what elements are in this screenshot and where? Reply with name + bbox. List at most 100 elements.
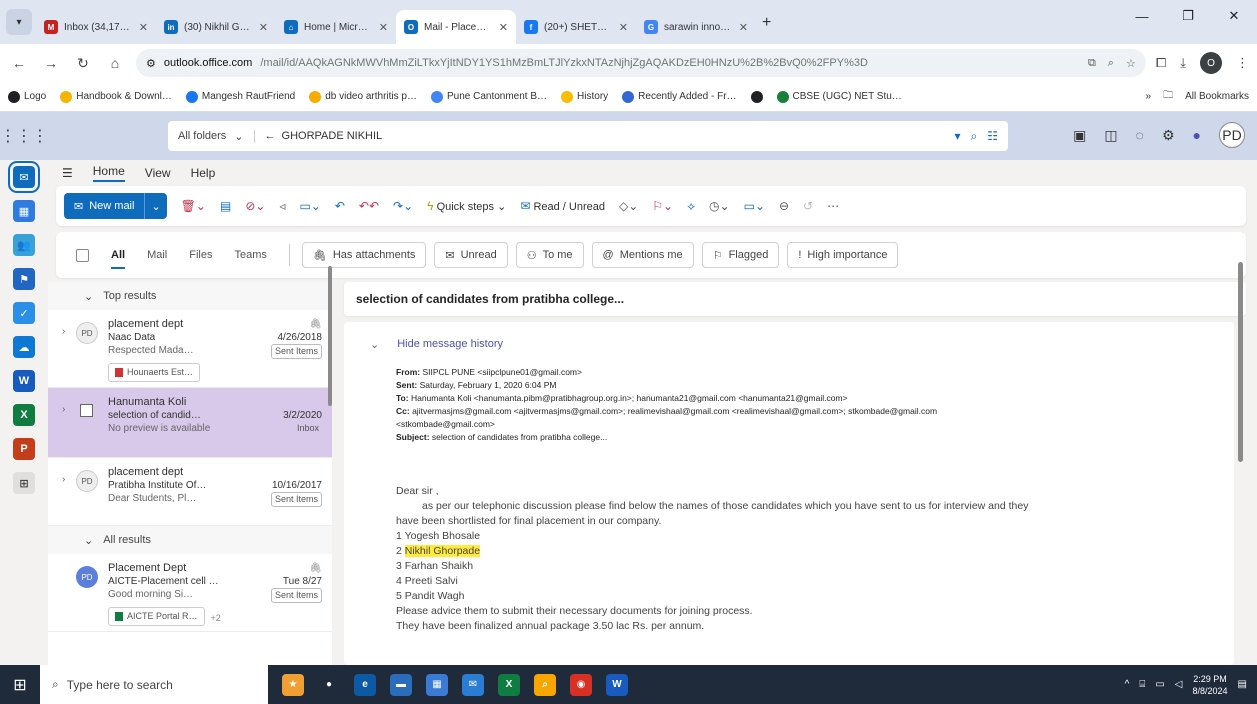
bookmark-item[interactable]: Handbook & Downl…: [60, 90, 172, 103]
install-app-icon[interactable]: ⧉: [1088, 57, 1096, 70]
bookmark-item[interactable]: Recently Added - Fr…: [622, 90, 737, 103]
section-all-results[interactable]: ⌄ All results: [48, 526, 332, 554]
delete-icon[interactable]: 🗑⌄: [181, 199, 206, 213]
archive-icon[interactable]: ▤: [220, 199, 231, 213]
sweep-icon[interactable]: ◃: [279, 199, 285, 213]
list-item[interactable]: › PD placement dept Pratibha Institute O…: [48, 458, 332, 526]
chip-has-attachments[interactable]: 🖇 Has attachments: [301, 242, 427, 268]
snooze-icon[interactable]: ◷⌄: [709, 199, 730, 213]
profile-avatar[interactable]: O: [1200, 52, 1222, 74]
new-mail-dropdown-icon[interactable]: ⌄: [145, 200, 166, 213]
list-item[interactable]: PD 🖇 Placement Dept AICTE-Placement cell…: [48, 554, 332, 632]
categorize-icon[interactable]: ◇⌄: [619, 199, 638, 213]
browser-tab[interactable]: O Mail - Placement D… ✕: [396, 10, 516, 44]
tab-home[interactable]: Home: [92, 164, 125, 182]
back-icon[interactable]: ←: [8, 55, 30, 71]
chip-unread[interactable]: ✉ Unread: [434, 242, 508, 268]
bookmark-item[interactable]: History: [561, 90, 608, 103]
new-tab-icon[interactable]: +: [762, 14, 771, 32]
chevron-right-icon[interactable]: ›: [62, 326, 65, 337]
calendar-app-icon[interactable]: ▦: [13, 200, 35, 222]
chip-mentions-me[interactable]: @ Mentions me: [591, 242, 694, 268]
list-scrollbar[interactable]: [328, 266, 332, 406]
copilot-icon[interactable]: ●: [1193, 127, 1201, 143]
close-tab-icon[interactable]: ✕: [379, 21, 388, 34]
quick-steps-button[interactable]: ϟ Quick steps ⌄: [427, 199, 506, 213]
back-arrow-icon[interactable]: ←: [265, 130, 276, 142]
settings-gear-icon[interactable]: ⚙: [1162, 127, 1175, 144]
forward-mail-icon[interactable]: ↷⌄: [393, 199, 413, 213]
close-tab-icon[interactable]: ✕: [499, 21, 508, 34]
bookmark-item[interactable]: Pune Cantonment B…: [430, 90, 547, 103]
app-launcher-icon[interactable]: ⋮⋮⋮: [0, 126, 48, 146]
select-all-checkbox[interactable]: [76, 248, 89, 262]
home-icon[interactable]: ⌂: [104, 55, 126, 71]
browser-tab[interactable]: in (30) Nikhil Ghorpad… ✕: [156, 10, 276, 44]
bookmark-item[interactable]: db video arthritis p…: [309, 90, 417, 103]
chevron-right-icon[interactable]: ›: [62, 474, 65, 485]
reload-icon[interactable]: ↻: [72, 55, 94, 72]
bookmark-item[interactable]: Logo: [8, 90, 46, 103]
chip-high-importance[interactable]: ! High importance: [787, 242, 899, 268]
mail-taskbar-icon[interactable]: ✉: [462, 673, 484, 696]
reply-icon[interactable]: ↶: [335, 199, 345, 213]
undo-icon[interactable]: ↺: [803, 199, 813, 213]
search-options-chevron-icon[interactable]: ▾: [954, 129, 960, 144]
download-icon[interactable]: ⤓: [1180, 55, 1186, 71]
mail-app-icon[interactable]: ✉: [8, 161, 40, 193]
close-tab-icon[interactable]: ✕: [619, 21, 628, 34]
search-filter-icon[interactable]: ☷: [987, 129, 998, 144]
all-bookmarks-folder-icon[interactable]: 🗀: [1163, 88, 1173, 105]
clock[interactable]: 2:29 PM 8/8/2024: [1193, 673, 1228, 697]
reply-all-icon[interactable]: ↶↶: [359, 199, 379, 213]
move-to-icon[interactable]: ▭⌄: [299, 199, 320, 213]
battery-icon[interactable]: ▭: [1155, 679, 1164, 690]
close-tab-icon[interactable]: ✕: [139, 21, 148, 34]
chip-flagged[interactable]: ⚐ Flagged: [701, 242, 780, 268]
groups-app-icon[interactable]: ⚑: [13, 268, 35, 290]
windows-start-icon[interactable]: ⊞: [0, 675, 40, 695]
extensions-icon[interactable]: ⧠: [1156, 55, 1166, 71]
browser-tab[interactable]: M Inbox (34,170) - har… ✕: [36, 10, 156, 44]
onedrive-app-icon[interactable]: ☁: [13, 336, 35, 358]
zoom-icon[interactable]: ⌕: [1108, 57, 1114, 70]
url-bar[interactable]: ⚙ outlook.office.com /mail/id/AAQkAGNkMW…: [136, 49, 1146, 77]
bookmark-star-icon[interactable]: ☆: [1126, 57, 1136, 70]
flag-icon[interactable]: ⚐⌄: [652, 199, 673, 213]
reading-scrollbar[interactable]: [1238, 262, 1243, 462]
volume-icon[interactable]: ◁: [1175, 679, 1183, 690]
search-app-icon[interactable]: ⌕: [534, 673, 556, 696]
store-icon[interactable]: ▦: [426, 673, 448, 696]
browser-tab[interactable]: f (20+) SHETTY ANUP ✕: [516, 10, 636, 44]
more-apps-icon[interactable]: ⊞: [13, 472, 35, 494]
section-top-results[interactable]: ⌄ Top results: [48, 282, 332, 310]
chrome-icon[interactable]: ◉: [570, 673, 592, 696]
maximize-icon[interactable]: ❐: [1165, 0, 1211, 32]
pin-icon[interactable]: ⟡: [687, 199, 695, 214]
todo-app-icon[interactable]: ✓: [13, 302, 35, 324]
filter-tab-files[interactable]: Files: [189, 249, 212, 261]
bookmark-item[interactable]: Mangesh RautFriend: [185, 90, 295, 103]
excel-taskbar-icon[interactable]: X: [498, 673, 520, 696]
network-icon[interactable]: ⌸: [1139, 679, 1145, 690]
attachment-chip[interactable]: Hounaerts Est…: [108, 363, 201, 382]
browser-tab[interactable]: Gsarawin innovation ✕: [636, 10, 756, 44]
tab-help[interactable]: Help: [191, 166, 216, 180]
search-box[interactable]: All folders ⌄ ← GHORPADE NIKHIL ▾ ⌕ ☷: [168, 121, 1008, 151]
more-actions-icon[interactable]: ⋯: [827, 199, 839, 213]
item-checkbox[interactable]: [80, 404, 93, 417]
new-mail-main[interactable]: ✉ New mail: [64, 193, 146, 219]
read-unread-button[interactable]: ✉ Read / Unread: [520, 199, 605, 213]
minimize-icon[interactable]: —: [1119, 0, 1165, 32]
search-scope-dropdown[interactable]: All folders ⌄: [178, 129, 255, 143]
hide-history-toggle[interactable]: ⌄ Hide message history: [370, 338, 503, 351]
tab-search-icon[interactable]: ▾: [6, 9, 32, 35]
filter-tab-all[interactable]: All: [111, 249, 126, 269]
word-app-icon[interactable]: W: [13, 370, 35, 392]
close-tab-icon[interactable]: ✕: [259, 21, 268, 34]
attachment-chip[interactable]: AICTE Portal R…: [108, 607, 205, 626]
forward-icon[interactable]: →: [40, 55, 62, 71]
site-info-icon[interactable]: ⚙: [146, 57, 156, 70]
tray-chevron-icon[interactable]: ^: [1125, 679, 1130, 690]
excel-app-icon[interactable]: X: [13, 404, 35, 426]
